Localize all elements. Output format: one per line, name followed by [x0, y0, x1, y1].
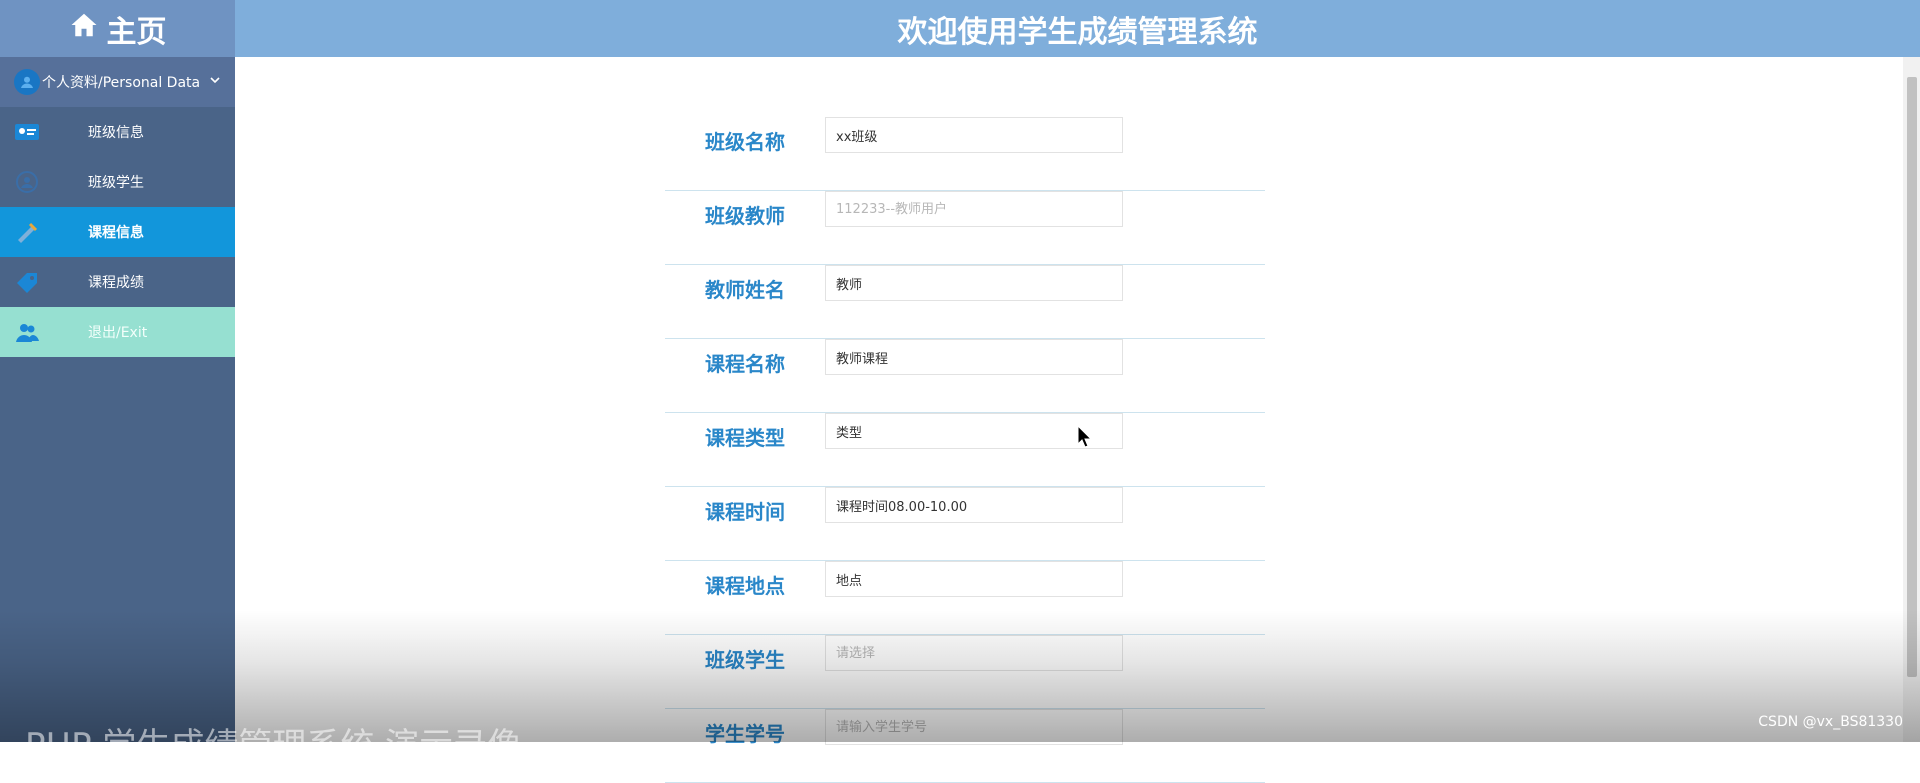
class-students-select[interactable] [825, 635, 1123, 671]
users-icon [14, 320, 40, 344]
course-name-input[interactable] [825, 339, 1123, 375]
field-label: 课程地点 [705, 574, 785, 598]
mouse-cursor-icon [1077, 425, 1093, 448]
sidebar-item-exit[interactable]: 退出/Exit [0, 307, 235, 357]
group-icon [14, 170, 40, 194]
sidebar-item-label: 班级学生 [88, 175, 144, 191]
class-name-input[interactable] [825, 117, 1123, 153]
form-row-course-location: 课程地点 [665, 561, 1265, 635]
form-row-course-type: 课程类型 [665, 413, 1265, 487]
field-label: 课程类型 [705, 426, 785, 450]
sidebar: 主页 个人资料/Personal Data 班级信息 班级学生 课程信息 课程成… [0, 0, 235, 742]
sidebar-item-label: 退出/Exit [88, 325, 148, 341]
student-id-input[interactable] [825, 709, 1123, 745]
form-row-class-teacher: 班级教师 [665, 191, 1265, 265]
teacher-name-input[interactable] [825, 265, 1123, 301]
form-row-class-students: 班级学生 [665, 635, 1265, 709]
brand-label: 主页 [106, 14, 167, 50]
sidebar-item-course-info[interactable]: 课程信息 [0, 207, 235, 257]
sidebar-item-course-grades[interactable]: 课程成绩 [0, 257, 235, 307]
user-circle-icon [14, 69, 40, 95]
course-time-input[interactable] [825, 487, 1123, 523]
form-row-teacher-name: 教师姓名 [665, 265, 1265, 339]
form-row-class-name: 班级名称 [665, 117, 1265, 191]
sidebar-item-class-info[interactable]: 班级信息 [0, 107, 235, 157]
video-caption: PHP 学生成绩管理系统 演示录像 [25, 726, 522, 766]
course-form: 班级名称 班级教师 教师姓名 课程名称 课程类型 课程时间 课程地点 班级学生 … [665, 117, 1265, 783]
course-location-input[interactable] [825, 561, 1123, 597]
sidebar-item-class-students[interactable]: 班级学生 [0, 157, 235, 207]
home-link[interactable]: 主页 [0, 0, 235, 57]
header-bar: 欢迎使用学生成绩管理系统 [235, 0, 1920, 57]
field-label: 班级名称 [705, 130, 785, 154]
vertical-scrollbar[interactable] [1903, 57, 1920, 742]
home-icon [69, 10, 99, 48]
form-row-student-id: 学生学号 [665, 709, 1265, 783]
chevron-down-icon [209, 74, 221, 90]
field-label: 班级教师 [705, 204, 785, 228]
personal-data-section[interactable]: 个人资料/Personal Data [0, 57, 235, 107]
tag-icon [14, 270, 40, 294]
field-label: 学生学号 [705, 722, 785, 746]
sidebar-item-label: 课程成绩 [88, 275, 144, 291]
sidebar-item-label: 班级信息 [88, 125, 144, 141]
pencil-ruler-icon [14, 220, 40, 244]
watermark: CSDN @vx_BS81330 [1758, 714, 1903, 730]
class-teacher-input[interactable] [825, 191, 1123, 227]
id-card-icon [14, 120, 40, 144]
section-label: 个人资料/Personal Data [42, 75, 201, 91]
form-row-course-time: 课程时间 [665, 487, 1265, 561]
field-label: 教师姓名 [705, 278, 785, 302]
scrollbar-thumb[interactable] [1907, 77, 1917, 677]
field-label: 课程名称 [705, 352, 785, 376]
field-label: 班级学生 [705, 648, 785, 672]
form-row-course-name: 课程名称 [665, 339, 1265, 413]
sidebar-item-label: 课程信息 [88, 225, 144, 241]
page-title: 欢迎使用学生成绩管理系统 [897, 14, 1258, 50]
field-label: 课程时间 [705, 500, 785, 524]
